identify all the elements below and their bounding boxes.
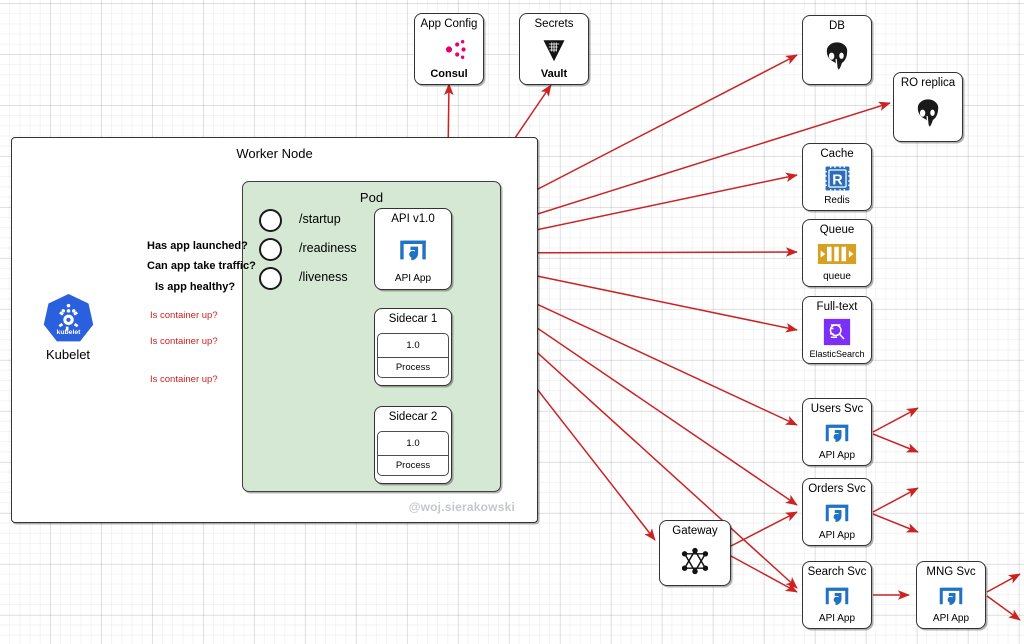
consul-icon (415, 31, 483, 70)
probe-path-startup: /startup (299, 212, 341, 226)
secrets-subtitle: Vault (540, 68, 568, 80)
search-svc-subtitle: API App (818, 613, 856, 624)
node-users-svc[interactable]: Users Svc API App (802, 398, 872, 466)
users-svc-title: Users Svc (810, 403, 864, 415)
queue-subtitle: queue (823, 271, 851, 282)
container-check-api: Is container up? (150, 310, 218, 321)
worker-node-title: Worker Node (236, 146, 313, 161)
kubelet-label: Kubelet (45, 347, 91, 362)
probe-question-readiness: Can app take traffic? (147, 260, 256, 272)
postgresql-icon (894, 90, 962, 142)
watermark: @woj.sierakowski (408, 500, 515, 514)
search-svc-title: Search Svc (807, 566, 867, 578)
svg-text:R: R (832, 172, 843, 188)
ro-replica-title: RO replica (900, 77, 956, 89)
secrets-title: Secrets (534, 18, 574, 30)
node-search-svc[interactable]: Search Svc API App (802, 561, 872, 629)
gateway-title: Gateway (672, 525, 718, 537)
app-config-title: App Config (420, 18, 478, 30)
fulltext-subtitle: ElasticSearch (809, 349, 865, 359)
probe-path-readiness: /readiness (299, 241, 357, 255)
node-cache[interactable]: Cache R Redis (802, 143, 872, 211)
node-orders-svc[interactable]: Orders Svc API App (802, 478, 872, 546)
app-config-subtitle: Consul (430, 68, 468, 80)
db-title: DB (829, 20, 845, 32)
redis-icon: R (803, 161, 871, 197)
node-fulltext[interactable]: Full-text ElasticSearch (802, 296, 872, 364)
container-api-v1[interactable]: API v1.0 API App (374, 208, 452, 290)
sidecar-1-process-box: 1.0 Process (377, 332, 449, 378)
fulltext-title: Full-text (816, 301, 858, 313)
node-gateway[interactable]: Gateway (659, 520, 731, 586)
postgresql-icon (803, 33, 871, 85)
mng-svc-subtitle: API App (932, 613, 970, 624)
vault-icon (520, 31, 588, 70)
users-svc-subtitle: API App (818, 450, 856, 461)
sidecar-2-process: Process (378, 454, 448, 475)
queue-icon (803, 237, 871, 273)
node-ro-replica[interactable]: RO replica (893, 72, 963, 142)
elasticsearch-icon (803, 314, 871, 351)
graphql-icon (660, 538, 730, 586)
kubelet-node[interactable]: kubelet (41, 293, 96, 343)
probe-endpoint-liveness[interactable] (259, 267, 282, 290)
api-app-icon (803, 416, 871, 452)
container-sidecar-1-title: Sidecar 1 (388, 313, 438, 325)
container-sidecar-2-title: Sidecar 2 (388, 411, 438, 423)
node-queue[interactable]: Queue queue (802, 219, 872, 287)
node-db[interactable]: DB (802, 15, 872, 85)
container-sidecar-2[interactable]: Sidecar 2 1.0 Process (374, 406, 452, 484)
orders-svc-title: Orders Svc (808, 483, 866, 495)
node-mng-svc[interactable]: MNG Svc API App (916, 561, 986, 629)
cache-subtitle: Redis (824, 195, 850, 206)
probe-endpoint-readiness[interactable] (259, 238, 282, 261)
pod-title: Pod (359, 190, 384, 205)
orders-svc-subtitle: API App (818, 530, 856, 541)
api-app-icon (917, 579, 985, 615)
kubernetes-icon: kubelet (43, 294, 94, 342)
queue-title: Queue (819, 224, 855, 236)
sidecar-2-process-box: 1.0 Process (377, 430, 449, 476)
probe-question-startup: Has app launched? (147, 240, 248, 252)
kubelet-badge-text: kubelet (57, 329, 82, 336)
sidecar-1-version: 1.0 (406, 339, 420, 351)
node-app-config[interactable]: App Config Consul (414, 13, 484, 85)
container-check-sidecar1: Is container up? (150, 336, 218, 347)
probe-endpoint-startup[interactable] (259, 209, 282, 232)
diagram-canvas: Worker Node @woj.sierakowski Pod /startu… (0, 0, 1024, 644)
api-app-icon (803, 496, 871, 532)
pod-container: Pod (242, 181, 501, 492)
probe-question-liveness: Is app healthy? (155, 281, 236, 293)
api-app-icon (375, 226, 451, 275)
container-api-title: API v1.0 (391, 213, 435, 225)
cache-title: Cache (820, 148, 854, 160)
probe-path-liveness: /liveness (299, 270, 348, 284)
container-api-subtitle: API App (394, 273, 432, 284)
container-sidecar-1[interactable]: Sidecar 1 1.0 Process (374, 308, 452, 386)
container-check-sidecar2: Is container up? (150, 374, 218, 385)
sidecar-2-version: 1.0 (406, 437, 420, 449)
api-app-icon (803, 579, 871, 615)
node-secrets[interactable]: Secrets Vault (519, 13, 589, 85)
sidecar-1-process: Process (378, 356, 448, 377)
mng-svc-title: MNG Svc (926, 566, 976, 578)
